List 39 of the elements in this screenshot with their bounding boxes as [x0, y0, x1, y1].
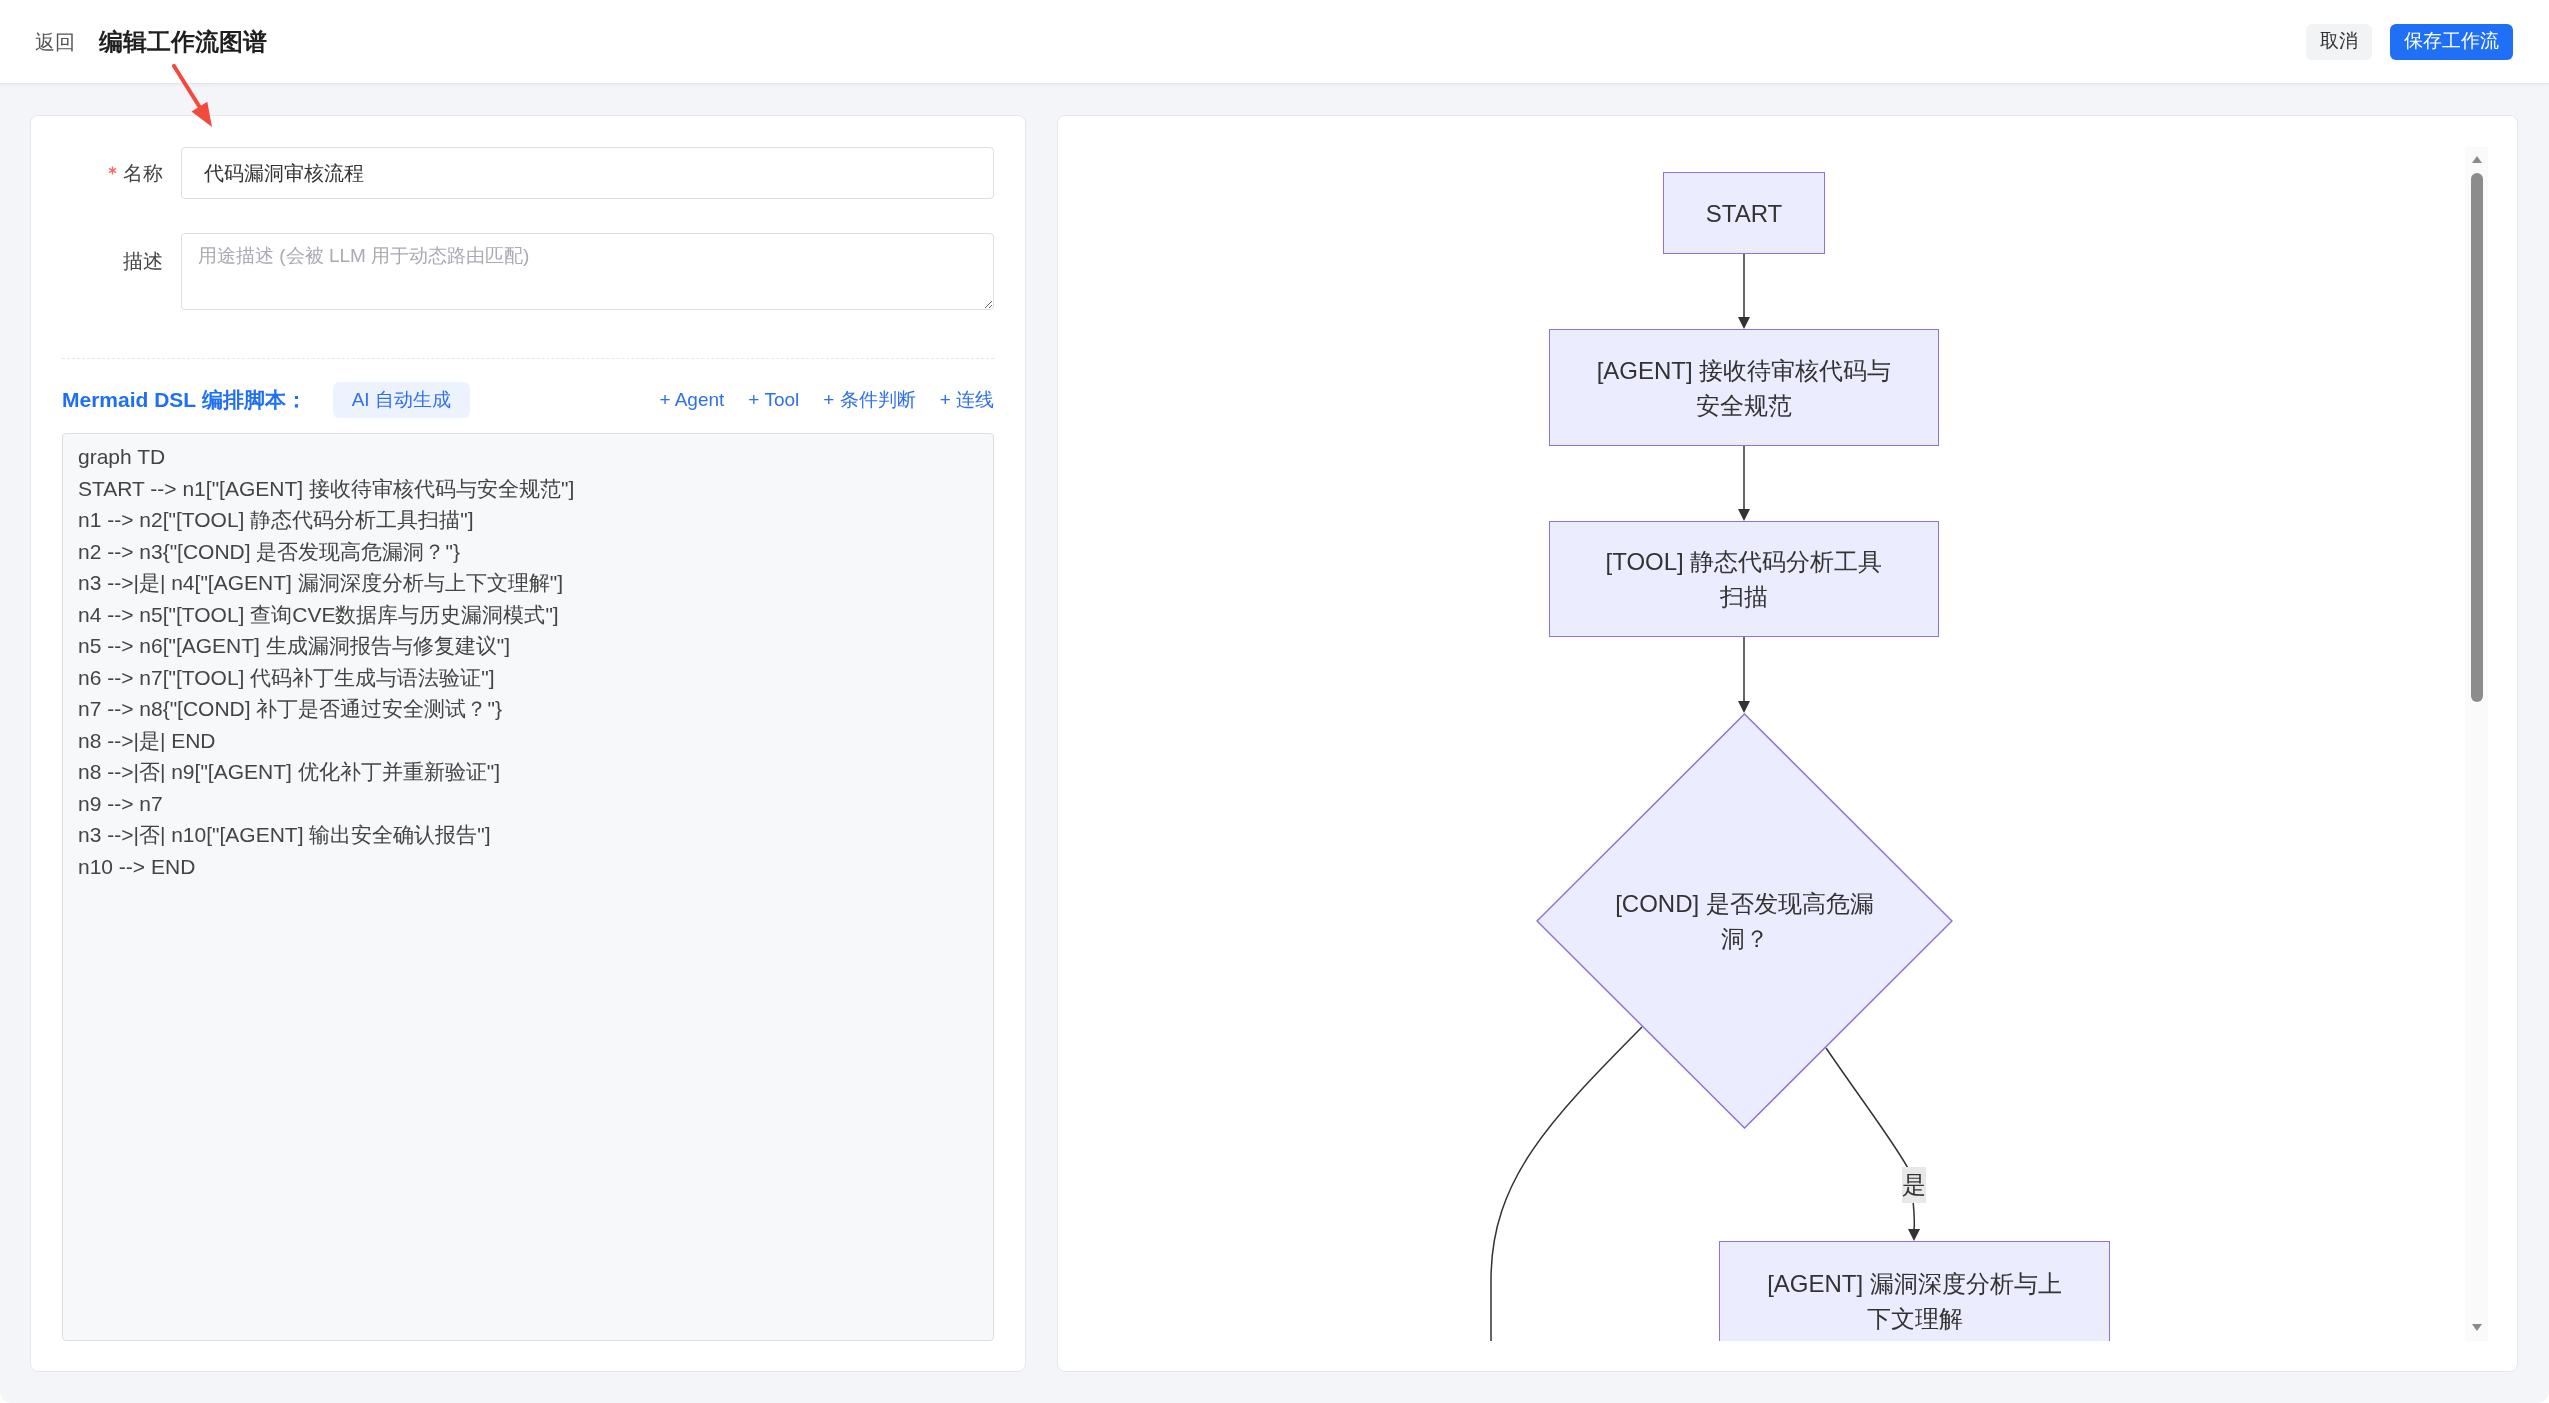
- save-button[interactable]: 保存工作流: [2390, 23, 2513, 60]
- code-line: n4 --> n5["[TOOL] 查询CVE数据库与历史漏洞模式"]: [78, 601, 559, 628]
- description-field[interactable]: 用途描述 (会被 LLM 用于动态路由匹配): [181, 233, 994, 310]
- insert-link[interactable]: + Tool: [748, 385, 800, 415]
- section-title: Mermaid DSL 编排脚本：: [62, 387, 307, 414]
- code-line: n5 --> n6["[AGENT] 生成漏洞报告与修复建议"]: [78, 633, 511, 659]
- scroll-up-icon[interactable]: [2471, 156, 2482, 163]
- code-line: n8 -->|是| END: [78, 727, 216, 754]
- decision-node: [COND] 是否发现高危漏 洞？: [1536, 713, 1953, 1129]
- code-line: n8 -->|否| n9["[AGENT] 优化补丁并重新验证"]: [78, 759, 500, 785]
- code-line: n6 --> n7["[TOOL] 代码补丁生成与语法验证"]: [78, 664, 495, 691]
- field-label: 描述: [123, 249, 163, 274]
- cancel-button[interactable]: 取消: [2306, 23, 2372, 60]
- code-line: n3 -->|否| n10["[AGENT] 输出安全确认报告"]: [78, 822, 491, 848]
- insert-link[interactable]: + Agent: [659, 385, 725, 415]
- code-editor[interactable]: [62, 433, 994, 1341]
- code-line: n3 -->|是| n4["[AGENT] 漏洞深度分析与上下文理解"]: [78, 570, 563, 596]
- code-line: n7 --> n8{"[COND] 补丁是否通过安全测试？"}: [78, 696, 502, 722]
- code-line: n9 --> n7: [78, 790, 163, 817]
- insert-link[interactable]: + 条件判断: [823, 385, 916, 415]
- code-line: n10 --> END: [78, 853, 196, 880]
- process-node: START: [1663, 172, 1825, 254]
- field-label: 名称: [123, 161, 163, 186]
- scrollbar-thumb[interactable]: [2470, 173, 2483, 702]
- scroll-down-icon[interactable]: [2471, 1324, 2482, 1331]
- code-line: START --> n1["[AGENT] 接收待审核代码与安全规范"]: [78, 475, 575, 502]
- page-title: 编辑工作流图谱: [99, 26, 267, 57]
- pointer-arrow-icon: [172, 64, 215, 128]
- name-input[interactable]: 代码漏洞审核流程: [181, 147, 994, 199]
- process-node: [TOOL] 静态代码分析工具 扫描: [1549, 521, 1939, 637]
- process-node: [AGENT] 漏洞深度分析与上 下文理解: [1719, 1241, 2110, 1341]
- code-line: graph TD: [78, 444, 166, 470]
- code-line: n2 --> n3{"[COND] 是否发现高危漏洞？"}: [78, 538, 460, 565]
- ai-generate-button[interactable]: AI 自动生成: [332, 382, 470, 418]
- back-link[interactable]: 返回: [35, 26, 75, 57]
- code-line: n1 --> n2["[TOOL] 静态代码分析工具扫描"]: [78, 507, 474, 533]
- process-node: [AGENT] 接收待审核代码与 安全规范: [1549, 329, 1939, 446]
- edge-label: 是: [1902, 1167, 1926, 1203]
- insert-link[interactable]: + 连线: [939, 385, 994, 415]
